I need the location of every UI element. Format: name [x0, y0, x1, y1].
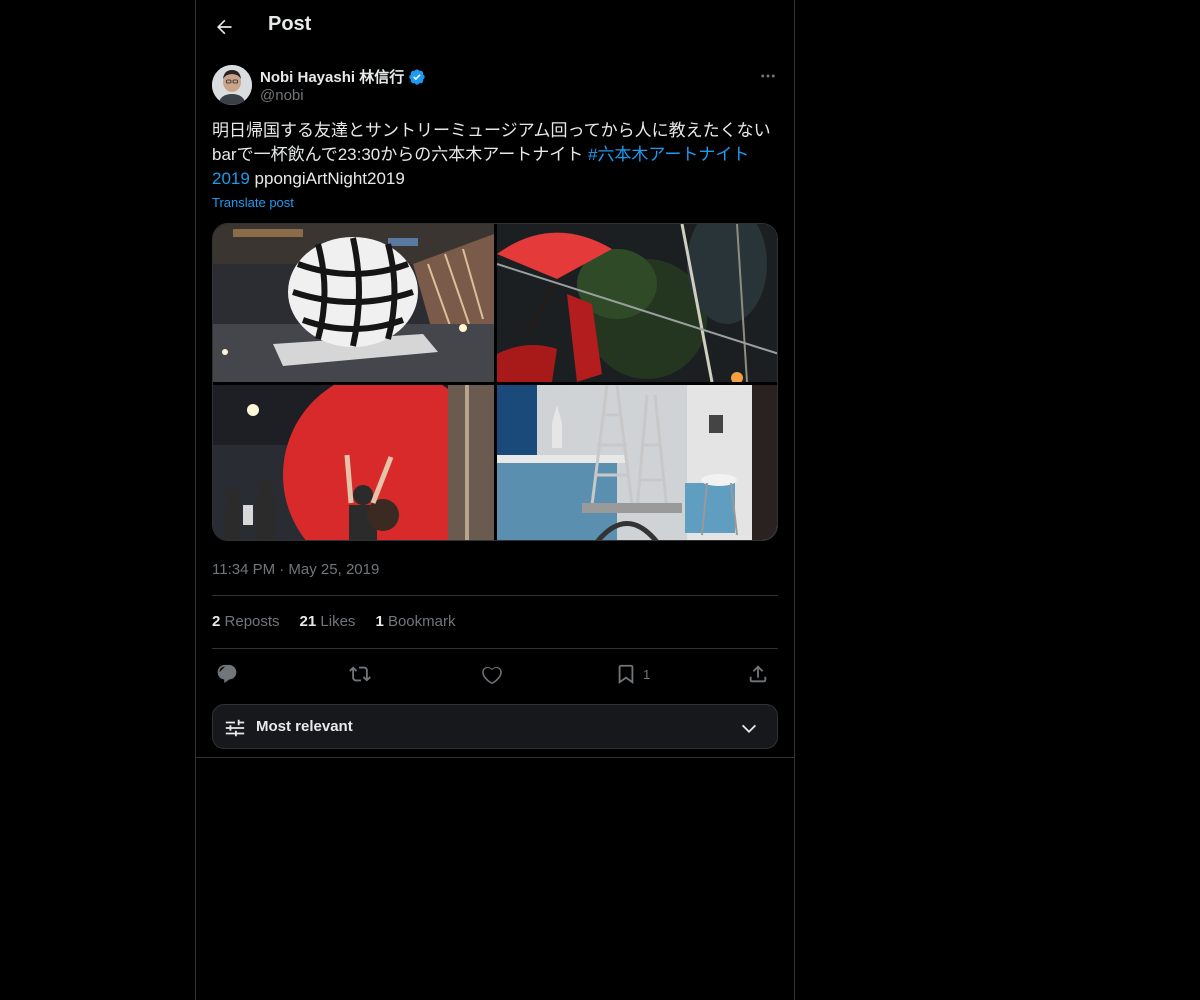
likes-stat[interactable]: 21 Likes: [300, 613, 356, 630]
back-button[interactable]: [212, 15, 236, 39]
share-button[interactable]: [747, 660, 769, 688]
engagement-stats: 2 Reposts 21 Likes 1 Bookmark: [212, 613, 455, 630]
reply-icon: [217, 664, 237, 683]
bookmark-button[interactable]: 1: [615, 660, 650, 688]
divider: [212, 648, 778, 649]
arrow-left-icon: [217, 19, 232, 35]
translate-post-link[interactable]: Translate post: [212, 195, 294, 210]
author-name-row[interactable]: Nobi Hayashi 林信行: [260, 66, 426, 87]
bookmark-icon: [618, 664, 634, 685]
bookmarks-stat[interactable]: 1 Bookmark: [375, 613, 455, 630]
media-grid: [212, 223, 778, 541]
photo-woven-sphere[interactable]: [213, 224, 494, 382]
bookmark-count: 1: [643, 666, 651, 682]
reply-button[interactable]: [216, 660, 238, 688]
author-handle[interactable]: @nobi: [260, 87, 304, 104]
bookmarks-label: Bookmark: [387, 613, 456, 630]
like-icon: [482, 666, 502, 685]
divider: [196, 757, 794, 758]
header-bar: Post: [196, 0, 794, 54]
post-timestamp[interactable]: 11:34 PM · May 25, 2019: [212, 561, 379, 578]
more-options-button[interactable]: [758, 66, 778, 86]
post-column: Post Nobi Hayashi 林信行 @nobi 明日帰国する友達とサント…: [195, 0, 795, 1000]
sort-label: Most relevant: [256, 718, 353, 735]
reposts-count: 2: [212, 613, 221, 630]
photo-red-ball[interactable]: [213, 385, 494, 540]
author-display-name[interactable]: Nobi Hayashi 林信行: [260, 66, 404, 87]
more-horizontal-icon: [761, 74, 775, 78]
photo-red-umbrella-performer[interactable]: [497, 224, 777, 382]
like-button[interactable]: [481, 660, 503, 688]
avatar[interactable]: [212, 65, 252, 105]
likes-count: 21: [299, 613, 317, 630]
repost-icon: [349, 666, 371, 682]
post-text: 明日帰国する友達とサントリーミュージアム回ってから人に教えたくないbarで一杯飲…: [212, 119, 772, 191]
reposts-stat[interactable]: 2 Reposts: [212, 613, 280, 630]
post-text-tail: ppongiArtNight2019: [249, 169, 405, 188]
sort-replies-dropdown[interactable]: Most relevant: [212, 704, 778, 749]
repost-button[interactable]: [349, 660, 371, 688]
verified-badge-icon: [409, 68, 425, 85]
likes-label: Likes: [320, 613, 356, 630]
bookmarks-count: 1: [375, 613, 384, 630]
photo-eiffel-tower-models[interactable]: [497, 385, 777, 540]
divider: [212, 595, 778, 596]
page-title: Post: [268, 13, 312, 35]
reposts-label: Reposts: [224, 613, 280, 630]
chevron-down-icon: [741, 724, 757, 734]
sliders-icon: [225, 719, 245, 737]
action-bar: 1: [212, 660, 778, 688]
share-icon: [749, 665, 767, 683]
